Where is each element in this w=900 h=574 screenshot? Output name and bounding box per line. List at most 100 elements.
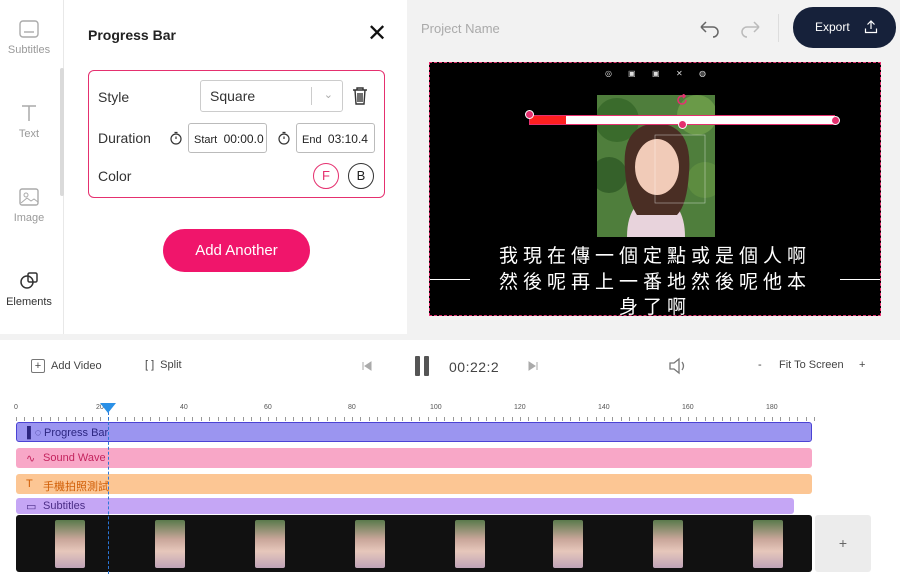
- subtitle-line: 然後呢再上一番地然後呢他本: [498, 271, 811, 293]
- ruler-tick: [133, 417, 135, 421]
- ruler-label: 40: [180, 404, 188, 411]
- volume-icon[interactable]: [668, 357, 688, 375]
- duplicate-icon[interactable]: ▣: [652, 69, 660, 78]
- ruler-label: 80: [348, 404, 356, 411]
- text-icon: T: [26, 478, 33, 490]
- ruler-tick: [91, 417, 93, 421]
- zoom-out-button[interactable]: -: [758, 359, 762, 371]
- sidebar-item-subtitles[interactable]: Subtitles: [0, 18, 58, 56]
- end-time-field[interactable]: End 03:10.4: [296, 123, 375, 153]
- chevron-down-icon: ⌄: [323, 89, 333, 101]
- add-icon: +: [31, 359, 45, 373]
- clip-thumbnail: [753, 520, 783, 568]
- style-select[interactable]: Square ⌄: [200, 80, 343, 112]
- ruler-tick: [536, 417, 538, 421]
- fit-to-screen-button[interactable]: Fit To Screen: [779, 359, 844, 371]
- track-label: 手機拍照測試: [43, 481, 109, 493]
- ruler-tick: [545, 417, 547, 421]
- panel-title: Progress Bar: [88, 27, 176, 43]
- close-button[interactable]: ✕: [366, 22, 388, 46]
- foreground-color-button[interactable]: F: [313, 163, 339, 189]
- sidebar-item-elements[interactable]: Elements: [0, 270, 58, 308]
- ruler-tick: [696, 417, 698, 421]
- track-label: Progress Bar: [44, 427, 109, 439]
- start-label: Start: [194, 134, 218, 146]
- ruler-tick: [209, 417, 211, 421]
- ruler-tick: [352, 417, 353, 421]
- track-progress-bar[interactable]: ▌◌ Progress Bar: [16, 422, 812, 442]
- sidebar-item-label: Image: [13, 212, 45, 224]
- ruler-tick: [150, 417, 152, 421]
- ruler-tick: [100, 417, 101, 421]
- ruler-tick: [730, 417, 731, 421]
- resize-handle-left[interactable]: [525, 110, 534, 119]
- video-clip-track[interactable]: [16, 515, 812, 572]
- crop-icon[interactable]: ✕: [676, 69, 683, 78]
- ruler-tick: [335, 417, 337, 421]
- move-icon[interactable]: ◎: [605, 69, 612, 78]
- ruler-tick: [646, 417, 647, 421]
- ruler-tick: [301, 417, 303, 421]
- sidebar-item-image[interactable]: Image: [0, 186, 58, 224]
- elements-icon: [20, 272, 38, 289]
- video-preview-canvas[interactable]: ◎ ▣ ▣ ✕ ◍ 我現在傳一個定點或是個人啊 然後呢再上一番地然後呢他本 身了…: [429, 62, 881, 316]
- resize-handle-right[interactable]: [831, 116, 840, 125]
- add-video-button[interactable]: + Add Video: [31, 359, 102, 373]
- ruler-tick: [688, 417, 689, 421]
- split-label: Split: [160, 359, 182, 371]
- ruler-tick: [326, 417, 328, 421]
- timeline-area: + Add Video [ ] Split 00:22:2 - Fit To Scr…: [0, 340, 900, 574]
- ruler-tick: [587, 417, 589, 421]
- ruler-tick: [226, 417, 227, 421]
- trash-icon[interactable]: [351, 86, 369, 106]
- ruler-tick: [805, 417, 807, 421]
- add-another-button[interactable]: Add Another: [163, 229, 310, 272]
- ruler-tick: [268, 417, 269, 421]
- ruler-tick: [772, 417, 773, 421]
- ruler-tick: [511, 417, 513, 421]
- track-subtitles[interactable]: ▭ Subtitles: [16, 498, 794, 514]
- add-video-label: Add Video: [51, 360, 102, 372]
- split-button[interactable]: [ ] Split: [145, 359, 182, 371]
- resize-handle-center[interactable]: [678, 120, 687, 129]
- background-color-button[interactable]: B: [348, 163, 374, 189]
- ruler-tick: [284, 417, 286, 421]
- export-button[interactable]: Export: [793, 7, 896, 48]
- lock-icon[interactable]: ◍: [699, 69, 706, 78]
- ruler-tick: [116, 417, 118, 421]
- ruler-tick: [679, 417, 681, 421]
- clip-thumbnail: [355, 520, 385, 568]
- ruler-tick: [562, 417, 563, 421]
- subtitles-icon: ▭: [26, 501, 37, 513]
- rotate-icon[interactable]: [676, 94, 688, 106]
- redo-icon[interactable]: [739, 17, 763, 39]
- select-divider: [311, 87, 312, 105]
- current-time: 00:22:2: [449, 359, 500, 375]
- ruler-tick: [578, 417, 580, 421]
- track-text[interactable]: T 手機拍照測試: [16, 474, 812, 494]
- subtitle-line: 身了啊: [618, 296, 691, 316]
- subtitles-icon: [19, 20, 39, 38]
- tool-sidebar: Subtitles Text Image Elements: [0, 0, 64, 334]
- zoom-in-button[interactable]: +: [859, 359, 865, 371]
- track-sound-wave[interactable]: ∿ Sound Wave: [16, 448, 812, 468]
- sidebar-item-text[interactable]: Text: [0, 102, 58, 140]
- skip-back-icon[interactable]: [361, 360, 373, 372]
- undo-icon[interactable]: [697, 17, 721, 39]
- skip-forward-icon[interactable]: [527, 360, 539, 372]
- upload-icon: [864, 20, 878, 34]
- start-time-field[interactable]: Start 00:00.0: [188, 123, 267, 153]
- playhead-handle[interactable]: [100, 403, 116, 413]
- layer-icon[interactable]: ▣: [628, 69, 636, 78]
- ruler-label: 60: [264, 404, 272, 411]
- ruler-tick: [671, 417, 673, 421]
- add-clip-button[interactable]: +: [815, 515, 871, 572]
- toolbar-divider: [778, 14, 779, 42]
- ruler-tick: [32, 417, 34, 421]
- ruler-tick: [604, 417, 605, 421]
- pause-icon[interactable]: [413, 354, 431, 378]
- ruler-tick: [242, 417, 244, 421]
- ruler-tick: [486, 417, 488, 421]
- ruler-tick: [654, 417, 656, 421]
- project-name-input[interactable]: Project Name: [421, 21, 500, 36]
